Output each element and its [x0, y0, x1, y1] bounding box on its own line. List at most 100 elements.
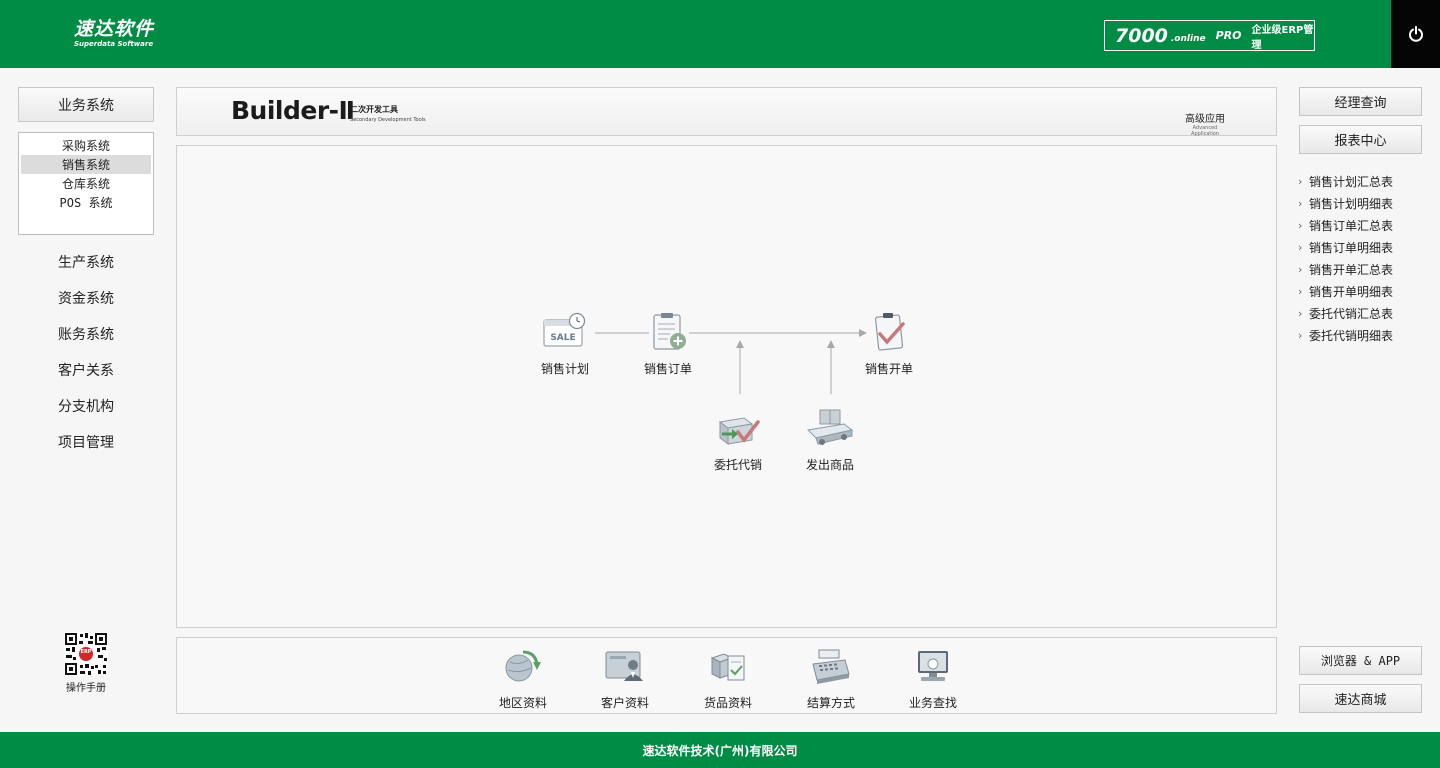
report-link-label: 销售计划汇总表	[1309, 174, 1394, 189]
flow-node-sales-order[interactable]: 销售订单	[623, 312, 713, 377]
report-link-label: 委托代销明细表	[1309, 328, 1394, 343]
flow-node-shipped-goods[interactable]: 发出商品	[785, 408, 875, 473]
tool-goods-data[interactable]: 货品资料	[683, 648, 773, 711]
submenu-item-warehouse[interactable]: 仓库系统	[21, 174, 151, 193]
builder-subtitle-en: Secondary Development Tools	[350, 117, 426, 123]
report-link[interactable]: › 销售计划汇总表	[1298, 170, 1428, 192]
builder-banner: Builder-Ⅱ 二次开发工具 Secondary Development T…	[176, 87, 1277, 137]
customer-card-icon	[605, 651, 643, 681]
flow-node-sales-plan[interactable]: SALE 销售计划	[520, 312, 610, 377]
tool-label: 结算方式	[806, 696, 855, 710]
qr-badge: ERP	[80, 649, 92, 655]
report-link[interactable]: › 销售计划明细表	[1298, 192, 1428, 214]
tool-customer-data[interactable]: 客户资料	[580, 648, 670, 711]
report-link-label: 委托代销汇总表	[1309, 306, 1394, 321]
submenu-item-purchase[interactable]: 采购系统	[21, 136, 151, 155]
box-arrow-check-icon	[718, 417, 760, 445]
tool-label: 业务查找	[908, 696, 957, 710]
flow-node-sales-invoice[interactable]: 销售开单	[844, 312, 934, 377]
chevron-right-icon: ›	[1298, 328, 1303, 342]
product-number: 7000	[1115, 24, 1168, 47]
tool-settlement-method[interactable]: 结算方式	[786, 648, 876, 711]
submenu-item-sales[interactable]: 销售系统	[21, 155, 151, 174]
chevron-right-icon: ›	[1298, 240, 1303, 254]
basic-data-toolbar: 地区资料 客户资料 货品资料 结算方式 业务查找	[176, 637, 1277, 714]
tool-label: 地区资料	[498, 696, 547, 710]
chevron-right-icon: ›	[1298, 262, 1303, 276]
manual-qr[interactable]: ERP 操作手册	[58, 632, 114, 694]
online-shop-button[interactable]: 速达商城	[1299, 684, 1422, 713]
advanced-application-en: Advanced Application	[1191, 125, 1219, 137]
flow-connectors	[595, 329, 867, 394]
sales-flow-diagram: SALE 销售计划 销售订单 销售开单 委托代销 发出商品	[176, 145, 1277, 628]
report-link[interactable]: › 委托代销明细表	[1298, 324, 1428, 346]
nav-item-funds[interactable]: 资金系统	[18, 280, 154, 316]
monitor-search-icon	[918, 651, 948, 681]
product-pro: PRO	[1215, 29, 1242, 42]
clipboard-plus-icon	[653, 313, 686, 350]
report-link-label: 销售订单明细表	[1309, 240, 1394, 255]
globe-arrow-icon	[505, 650, 541, 682]
manager-query-button[interactable]: 经理查询	[1299, 87, 1422, 116]
product-badge: 7000 .online PRO 企业级ERP管理	[1104, 20, 1315, 51]
flow-node-label: 委托代销	[713, 458, 762, 472]
report-link-label: 销售开单明细表	[1309, 284, 1394, 299]
builder-logo: Builder-Ⅱ	[231, 96, 355, 125]
tool-label: 客户资料	[600, 696, 649, 710]
footer-bar: 速达软件技术(广州)有限公司	[0, 732, 1440, 768]
chevron-right-icon: ›	[1298, 218, 1303, 232]
tool-region-data[interactable]: 地区资料	[478, 648, 568, 711]
flow-node-consignment[interactable]: 委托代销	[693, 408, 783, 473]
report-link-label: 销售开单汇总表	[1309, 262, 1394, 277]
goods-box-icon	[710, 653, 745, 681]
product-online: .online	[1170, 33, 1206, 44]
advanced-application-link[interactable]: 高级应用 Advanced Application	[1185, 110, 1225, 137]
cash-register-icon	[812, 649, 850, 684]
nav-item-project[interactable]: 项目管理	[18, 424, 154, 460]
business-submenu: 采购系统 销售系统 仓库系统 POS 系统	[18, 132, 154, 235]
brand-name-en: Superdata Software	[74, 40, 154, 48]
tool-label: 货品资料	[703, 696, 752, 710]
report-link[interactable]: › 委托代销汇总表	[1298, 302, 1428, 324]
flow-node-label: 发出商品	[805, 458, 854, 472]
flow-node-label: 销售计划	[540, 362, 589, 376]
chevron-right-icon: ›	[1298, 196, 1303, 210]
report-link-label: 销售计划明细表	[1309, 196, 1394, 211]
power-button[interactable]	[1391, 0, 1440, 68]
business-system-button[interactable]: 业务系统	[18, 87, 154, 122]
power-icon	[1408, 26, 1423, 42]
builder-subtitle: 二次开发工具 Secondary Development Tools	[350, 104, 426, 123]
browser-app-button[interactable]: 浏览器 & APP	[1299, 646, 1422, 675]
report-link[interactable]: › 销售订单明细表	[1298, 236, 1428, 258]
sale-calendar-icon: SALE	[543, 312, 586, 347]
flow-node-label: 销售订单	[643, 362, 692, 376]
sale-icon-text: SALE	[550, 333, 575, 343]
nav-item-accounting[interactable]: 账务系统	[18, 316, 154, 352]
report-link[interactable]: › 销售开单汇总表	[1298, 258, 1428, 280]
clipboard-check-icon	[874, 313, 905, 351]
chevron-right-icon: ›	[1298, 174, 1303, 188]
chevron-right-icon: ›	[1298, 306, 1303, 320]
manual-label: 操作手册	[66, 683, 106, 694]
submenu-item-pos[interactable]: POS 系统	[21, 193, 151, 212]
system-nav: 生产系统 资金系统 账务系统 客户关系 分支机构 项目管理	[18, 244, 154, 460]
builder-subtitle-cn: 二次开发工具	[350, 105, 398, 114]
report-center-button[interactable]: 报表中心	[1299, 125, 1422, 154]
top-header: 速达软件 Superdata Software 7000 .online PRO…	[0, 0, 1440, 68]
product-desc: 企业级ERP管理	[1251, 24, 1314, 51]
nav-item-branch[interactable]: 分支机构	[18, 388, 154, 424]
flow-node-label: 销售开单	[864, 362, 913, 376]
tool-business-search[interactable]: 业务查找	[888, 648, 978, 711]
brand-logo: 速达软件 Superdata Software	[74, 18, 154, 48]
brand-name-cn: 速达软件	[74, 18, 155, 40]
chevron-right-icon: ›	[1298, 284, 1303, 298]
truck-box-icon	[806, 409, 854, 445]
report-link-label: 销售订单汇总表	[1309, 218, 1394, 233]
report-list: › 销售计划汇总表 › 销售计划明细表 › 销售订单汇总表 › 销售订单明细表 › 销售开…	[1298, 170, 1428, 346]
advanced-application-cn: 高级应用	[1185, 114, 1225, 125]
company-name: 速达软件技术(广州)有限公司	[642, 743, 798, 758]
nav-item-crm[interactable]: 客户关系	[18, 352, 154, 388]
nav-item-production[interactable]: 生产系统	[18, 244, 154, 280]
report-link[interactable]: › 销售订单汇总表	[1298, 214, 1428, 236]
report-link[interactable]: › 销售开单明细表	[1298, 280, 1428, 302]
